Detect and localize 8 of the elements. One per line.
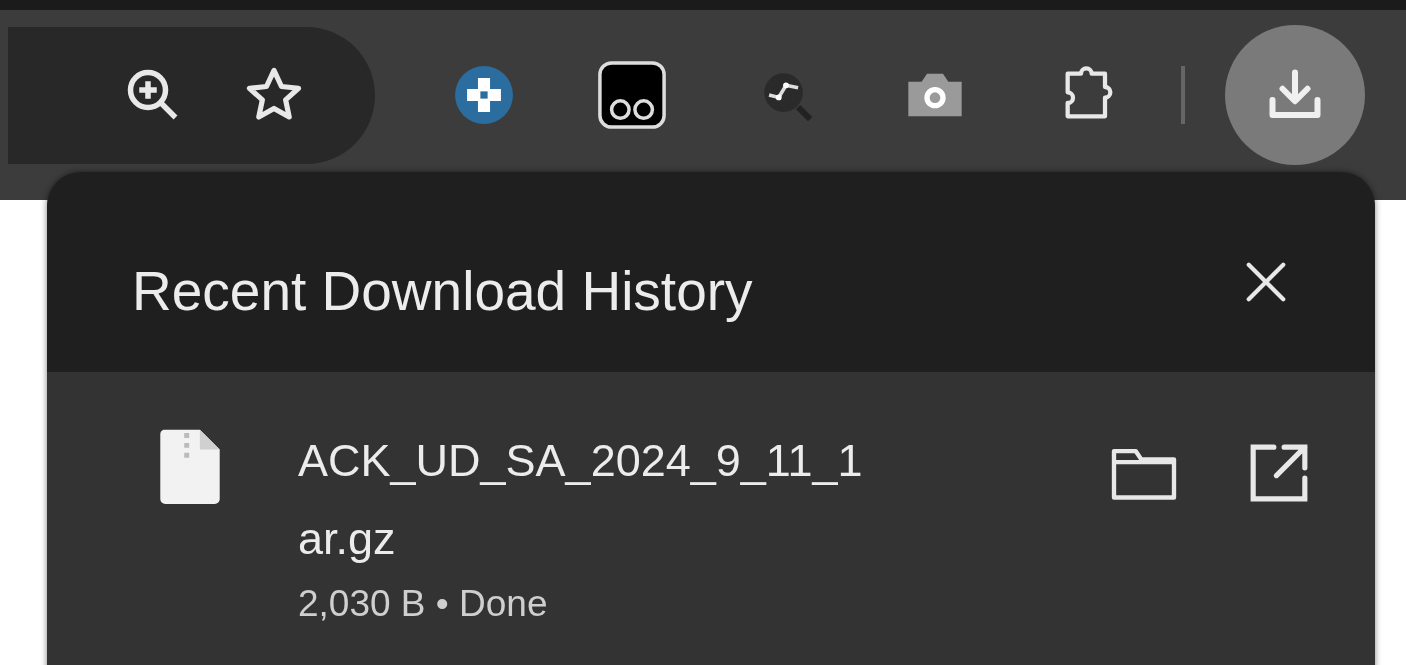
- extension-icon[interactable]: [597, 60, 667, 130]
- open-file-button[interactable]: [1248, 442, 1310, 504]
- download-status: 2,030 B • Done: [298, 582, 549, 626]
- panel-title: Recent Download History: [132, 259, 753, 323]
- file-name[interactable]: ACK_UD_SA_2024_9_11_1: [298, 422, 1068, 500]
- extension-icon[interactable]: [455, 66, 513, 124]
- address-bar[interactable]: [8, 26, 375, 164]
- file-name[interactable]: ar.gz: [298, 500, 1068, 578]
